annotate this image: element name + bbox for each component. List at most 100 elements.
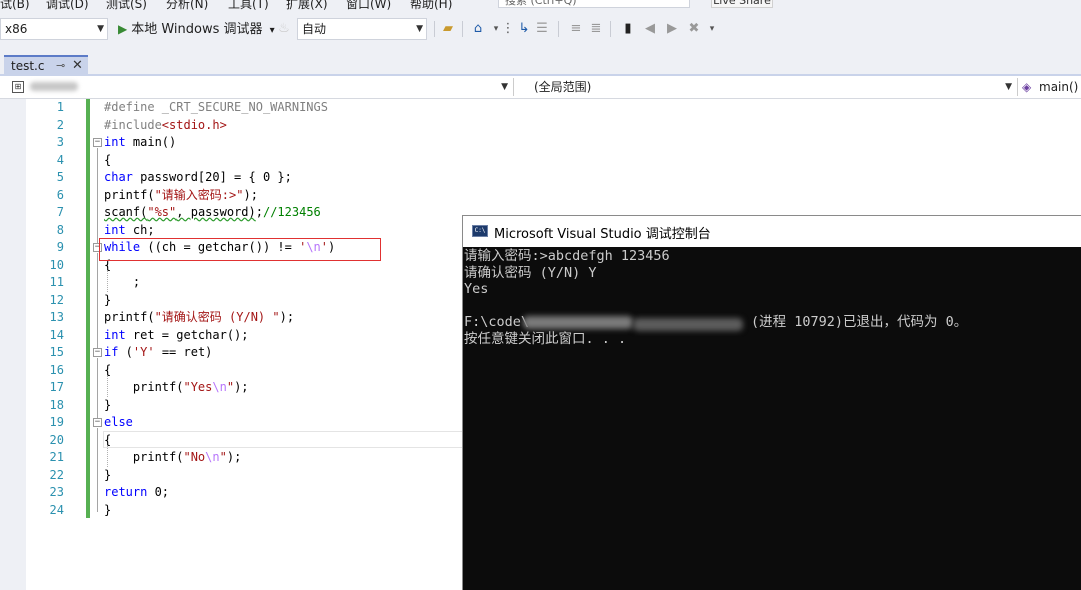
code-line-17: printf("Yes\n"); [104,380,249,394]
console-output[interactable]: 请输入密码:>abcdefgh 123456 请确认密码 (Y/N) Y Yes… [463,248,1081,590]
menu-test[interactable]: 测试(S) [106,0,147,12]
bookmark-icon[interactable]: ▮ [620,21,636,37]
line-number: 2 [56,117,64,132]
step-icon[interactable]: ↳ [516,21,532,37]
scope-dropdown[interactable]: (全局范围) ▼ [516,77,1016,97]
code-line-13: printf("请确认密码 (Y/N) "); [104,310,295,324]
code-line-16: { [104,362,112,377]
tab-label: test.c [11,59,45,73]
function-icon: ◈ [1022,80,1032,94]
line-number: 16 [49,362,64,377]
comment-icon[interactable]: ≡ [568,21,584,37]
line-number: 6 [56,187,64,202]
code-line-5: char password[20] = { 0 }; [104,170,292,184]
menu-extensions[interactable]: 扩展(X) [286,0,328,12]
function-dropdown[interactable]: ◈ main() [1020,77,1081,97]
run-label: 本地 Windows 调试器 [131,22,263,37]
start-debugging-button[interactable]: ▶ 本地 Windows 调试器 ▾ [118,18,275,40]
code-line-12: } [104,292,112,307]
grip-icon: ⋮ [501,21,515,36]
fold-line [97,148,98,243]
fold-else-icon[interactable]: − [93,418,102,427]
tab-test-c[interactable]: test.c ⊸ ✕ [4,55,88,76]
line-number: 11 [49,275,64,289]
fold-if-icon[interactable]: − [93,348,102,357]
console-line: F:\code\ [464,314,530,330]
code-line-4: { [104,152,112,167]
chevron-down-icon: ▼ [501,82,508,92]
console-line: 请输入密码:>abcdefgh 123456 [464,248,670,264]
line-number: 15 [49,345,64,359]
code-line-1: #define _CRT_SECURE_NO_WARNINGS [104,100,328,114]
line-number: 19 [49,415,64,429]
console-line: Yes [464,281,489,297]
code-line-18: } [104,397,112,412]
line-number: 22 [49,467,64,482]
code-line-19: else [104,415,133,429]
line-number: 20 [49,432,64,447]
fold-line [97,253,98,301]
scope-value: (全局范围) [534,80,592,94]
menu-debug[interactable]: 调试(D) [46,0,89,12]
pin-icon[interactable]: ⊸ [56,57,65,75]
menu-window[interactable]: 窗口(W) [346,0,391,12]
line-number: 9 [56,240,64,254]
line-number: 5 [56,170,64,184]
code-line-14: int ret = getchar(); [104,327,249,342]
annotation-highlight-box [99,238,381,261]
close-icon[interactable]: ✕ [72,57,83,75]
home-icon[interactable]: ⌂ [470,21,486,37]
outline-icon[interactable]: ☰ [534,21,550,37]
function-value: main() [1039,80,1079,94]
next-bookmark-icon[interactable]: ▶ [664,21,680,37]
code-line-22: } [104,467,112,482]
console-titlebar[interactable]: C:\ Microsoft Visual Studio 调试控制台 [463,216,1081,247]
play-icon: ▶ [118,22,128,36]
prev-bookmark-icon[interactable]: ◀ [642,21,658,37]
code-line-24: } [104,502,112,517]
line-number: 7 [56,205,64,219]
line-number: 23 [49,485,64,499]
chevron-down-icon[interactable]: ▾ [704,21,720,37]
code-line-8: int ch; [104,222,155,237]
fold-line [97,301,98,348]
console-line: (进程 10792)已退出，代码为 0。 [751,314,968,330]
line-number: 4 [56,152,64,167]
project-icon: ⊞ [12,81,24,93]
debug-console-window[interactable]: C:\ Microsoft Visual Studio 调试控制台 请输入密码:… [462,215,1081,590]
folder-icon[interactable]: ▰ [440,21,456,37]
toolbar: x86 ▼ ▶ 本地 Windows 调试器 ▾ ♨ 自动 ▼ ▰ ⌂ ▾ ⋮ ↳… [0,13,1081,45]
code-line-6: printf("请输入密码:>"); [104,187,258,202]
toolbar-separator [610,21,611,37]
console-line: 按任意键关闭此窗口. . . [464,330,627,347]
fold-line [97,476,98,512]
fold-line [97,358,98,406]
live-share-button[interactable]: Live Share [711,0,773,8]
code-line-11: ; [104,275,141,289]
line-number: 24 [49,502,64,517]
platform-value: x86 [5,22,28,36]
line-number: 17 [49,380,64,394]
code-line-15: if ('Y' == ret) [104,345,213,359]
uncomment-icon[interactable]: ≣ [588,21,604,37]
flame-icon[interactable]: ♨ [276,21,292,37]
fold-line [97,428,98,476]
fold-main-icon[interactable]: − [93,138,102,147]
platform-select[interactable]: x86 ▼ [0,18,108,40]
menu-tools[interactable]: 工具(T) [228,0,269,12]
console-line: 请确认密码 (Y/N) Y [464,264,597,281]
visual-studio-window: 试(B) 调试(D) 测试(S) 分析(N) 工具(T) 扩展(X) 窗口(W)… [0,0,1081,590]
menu-analyze[interactable]: 分析(N) [166,0,208,12]
code-line-21: printf("No\n"); [104,450,242,464]
redacted-path [633,318,743,331]
config-select[interactable]: 自动 ▼ [297,18,427,40]
clear-bookmarks-icon[interactable]: ✖ [686,21,702,37]
navigation-bar: ⊞ ▼ (全局范围) ▼ ◈ main() [0,76,1081,99]
menu-build[interactable]: 试(B) [0,0,30,12]
search-input[interactable]: 搜索 (Ctrl+Q) [498,0,690,8]
run-dropdown-icon[interactable]: ▾ [270,25,275,36]
fold-line [97,406,98,418]
change-tracking-bar [86,99,90,518]
menu-help[interactable]: 帮助(H) [410,0,452,12]
code-line-7: scanf("%s", password);//123456 [104,205,321,219]
